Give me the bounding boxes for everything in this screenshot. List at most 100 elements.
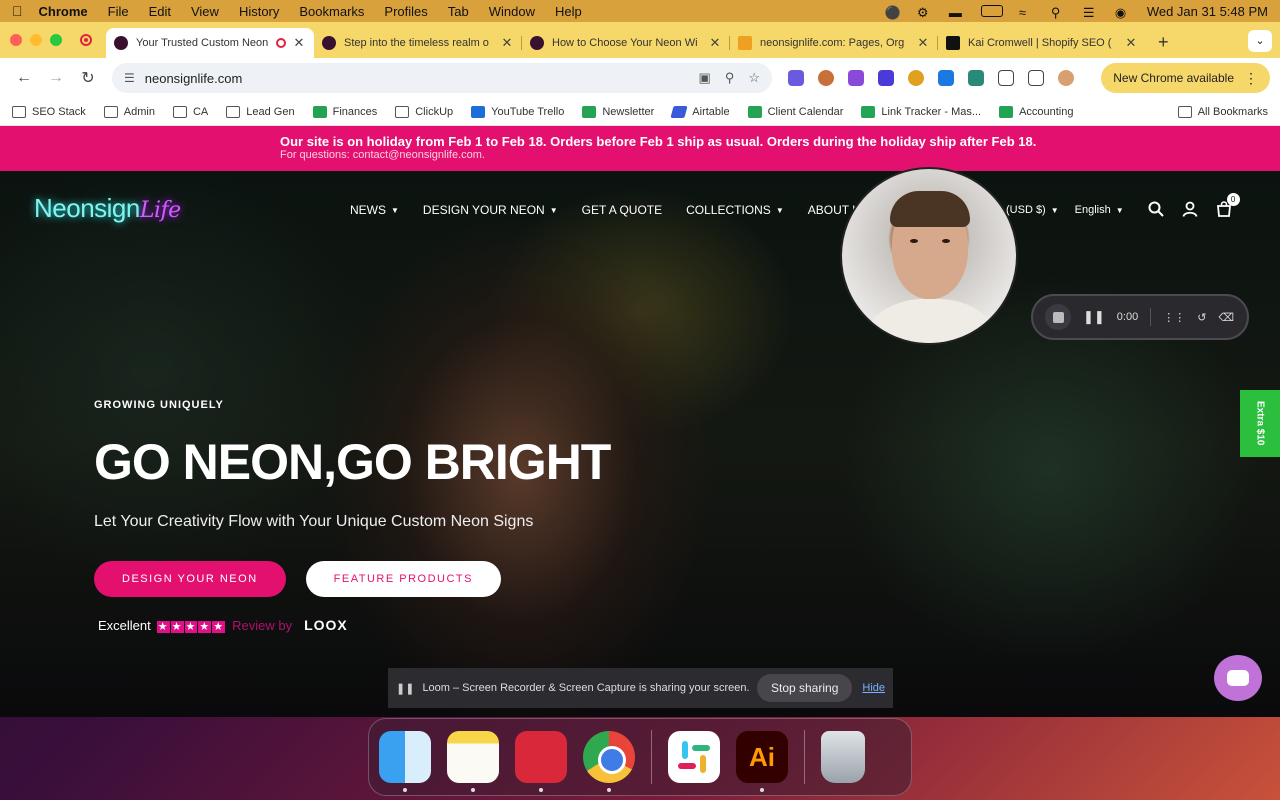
bookmark-link-tracker[interactable]: Link Tracker - Mas...	[861, 105, 981, 118]
close-tab-icon[interactable]: ✕	[292, 35, 306, 51]
extension-monkey-icon[interactable]	[818, 70, 834, 86]
close-window-button[interactable]	[10, 34, 22, 46]
nav-design-your-neon[interactable]: DESIGN YOUR NEON ▼	[423, 203, 558, 217]
extensions-puzzle-icon[interactable]	[998, 70, 1014, 86]
bookmark-newsletter[interactable]: Newsletter	[582, 105, 654, 118]
menu-history[interactable]: History	[239, 4, 279, 19]
bookmark-airtable[interactable]: Airtable	[670, 105, 730, 118]
close-tab-icon[interactable]: ✕	[916, 35, 930, 51]
extension-badge-icon[interactable]	[848, 70, 864, 86]
tab-pages-org[interactable]: neonsignlife.com: Pages, Org ✕	[730, 28, 938, 58]
menu-tab[interactable]: Tab	[448, 4, 469, 19]
bookmark-ca[interactable]: CA	[172, 105, 208, 118]
bookmark-clickup[interactable]: ClickUp	[395, 105, 453, 118]
bookmark-star-icon[interactable]: ☆	[748, 70, 760, 86]
dock-expressvpn-icon[interactable]	[515, 731, 567, 792]
chrome-menu-kebab-icon[interactable]: ⋮	[1244, 70, 1258, 87]
menu-help[interactable]: Help	[555, 4, 582, 19]
spotlight-search-icon[interactable]: ⚲	[1051, 5, 1067, 20]
nav-get-a-quote[interactable]: GET A QUOTE	[582, 203, 662, 217]
dock-notes-icon[interactable]	[447, 731, 499, 792]
address-bar[interactable]: ☰ neonsignlife.com ▣ ⚲ ☆	[112, 63, 772, 93]
tab-timeless-realm[interactable]: Step into the timeless realm o ✕	[314, 28, 522, 58]
extension-d-icon[interactable]	[788, 70, 804, 86]
bookmark-admin[interactable]: Admin	[103, 105, 155, 118]
menu-app-name[interactable]: Chrome	[39, 4, 88, 19]
review-widget[interactable]: Excellent ★ ★ ★ ★ ★ Review by LOOX	[98, 617, 610, 633]
bookmark-accounting[interactable]: Accounting	[999, 105, 1074, 118]
apple-icon[interactable]: 	[12, 3, 23, 19]
back-arrow-icon[interactable]: ←	[10, 69, 38, 87]
extension-gear-icon[interactable]	[908, 70, 924, 86]
tab-how-to-choose[interactable]: How to Choose Your Neon Wi ✕	[522, 28, 730, 58]
all-bookmarks-button[interactable]: All Bookmarks	[1177, 105, 1268, 118]
loom-delete-icon[interactable]: ⌫	[1218, 311, 1234, 324]
wifi-icon[interactable]: ≈	[1019, 5, 1035, 20]
close-tab-icon[interactable]: ✕	[708, 35, 722, 51]
bookmark-client-calendar[interactable]: Client Calendar	[747, 105, 843, 118]
new-chrome-available-button[interactable]: New Chrome available ⋮	[1101, 63, 1270, 93]
new-tab-plus-icon[interactable]: +	[1158, 32, 1169, 53]
tab-kai-cromwell[interactable]: Kai Cromwell | Shopify SEO ( ✕	[938, 28, 1146, 58]
minimize-window-button[interactable]	[30, 34, 42, 46]
search-icon[interactable]	[1148, 201, 1166, 219]
loom-stop-button[interactable]	[1045, 304, 1071, 330]
dock-chrome-icon[interactable]	[583, 731, 635, 792]
currency-selector[interactable]: (USD $) ▼	[1006, 204, 1059, 216]
loom-webcam-bubble[interactable]	[840, 167, 1018, 345]
zoom-icon[interactable]: ⚲	[725, 70, 735, 86]
profile-avatar[interactable]	[1058, 70, 1074, 86]
extension-pen-icon[interactable]	[968, 70, 984, 86]
menu-file[interactable]: File	[108, 4, 129, 19]
loom-pause-icon[interactable]: ❚❚	[1083, 309, 1105, 325]
bookmark-lead-gen[interactable]: Lead Gen	[226, 105, 295, 118]
dock-trash-icon[interactable]	[821, 731, 865, 783]
control-center-icon[interactable]: ☰	[1083, 5, 1099, 20]
language-selector[interactable]: English ▼	[1075, 204, 1124, 216]
microphone-icon[interactable]: ⚫	[885, 5, 901, 20]
nav-news[interactable]: NEWS ▼	[350, 203, 399, 217]
announcement-contact[interactable]: For questions: contact@neonsignlife.com.	[280, 149, 1280, 161]
address-bar-url[interactable]: neonsignlife.com	[145, 71, 685, 86]
menubar-clock[interactable]: Wed Jan 31 5:48 PM	[1147, 4, 1268, 19]
feature-products-button[interactable]: FEATURE PRODUCTS	[305, 561, 501, 597]
menu-window[interactable]: Window	[489, 4, 535, 19]
siri-icon[interactable]: ◉	[1115, 5, 1131, 20]
design-your-neon-button[interactable]: DESIGN YOUR NEON	[94, 561, 286, 597]
dock-finder-icon[interactable]	[379, 731, 431, 792]
chat-widget-button[interactable]	[1214, 655, 1262, 701]
loom-drawing-icon[interactable]: ⋮⋮	[1163, 311, 1185, 324]
bookmark-youtube-trello[interactable]: YouTube Trello	[471, 105, 564, 118]
extension-blue-icon[interactable]	[938, 70, 954, 86]
dock-slack-icon[interactable]	[668, 731, 720, 783]
settings-gear-icon[interactable]: ⚙	[917, 5, 933, 20]
camera-icon[interactable]: ▣	[699, 70, 711, 86]
site-logo[interactable]: NeonsignLife	[34, 193, 181, 224]
menu-view[interactable]: View	[191, 4, 219, 19]
drag-handle-icon[interactable]: ❚❚	[396, 682, 414, 695]
site-info-icon[interactable]: ☰	[124, 71, 135, 85]
close-tab-icon[interactable]: ✕	[1124, 35, 1138, 51]
tab-search-chevron-icon[interactable]: ⌄	[1248, 30, 1272, 52]
battery-icon[interactable]	[980, 5, 1003, 17]
expressvpn-menu-icon[interactable]: ▬	[949, 5, 965, 20]
bookmark-finances[interactable]: Finances	[312, 105, 377, 118]
reload-icon[interactable]: ↻	[74, 68, 102, 88]
nav-collections[interactable]: COLLECTIONS ▼	[686, 203, 784, 217]
menu-profiles[interactable]: Profiles	[384, 4, 427, 19]
forward-arrow-icon[interactable]: →	[42, 69, 70, 87]
menu-edit[interactable]: Edit	[149, 4, 171, 19]
loom-restart-icon[interactable]: ↺	[1197, 311, 1206, 324]
extra-discount-tab[interactable]: Extra $10	[1240, 390, 1280, 457]
bookmark-seo-stack[interactable]: SEO Stack	[12, 105, 86, 118]
stop-sharing-button[interactable]: Stop sharing	[756, 674, 853, 702]
hide-sharing-bar-link[interactable]: Hide	[862, 682, 885, 694]
tab-neonsignlife-home[interactable]: Your Trusted Custom Neon Sig ✕	[106, 28, 314, 58]
close-tab-icon[interactable]: ✕	[500, 35, 514, 51]
account-icon[interactable]	[1182, 201, 1200, 219]
menu-bookmarks[interactable]: Bookmarks	[299, 4, 364, 19]
side-panel-icon[interactable]	[1028, 70, 1044, 86]
dock-illustrator-icon[interactable]: Ai	[736, 731, 788, 792]
extension-chat-icon[interactable]	[878, 70, 894, 86]
zoom-window-button[interactable]	[50, 34, 62, 46]
